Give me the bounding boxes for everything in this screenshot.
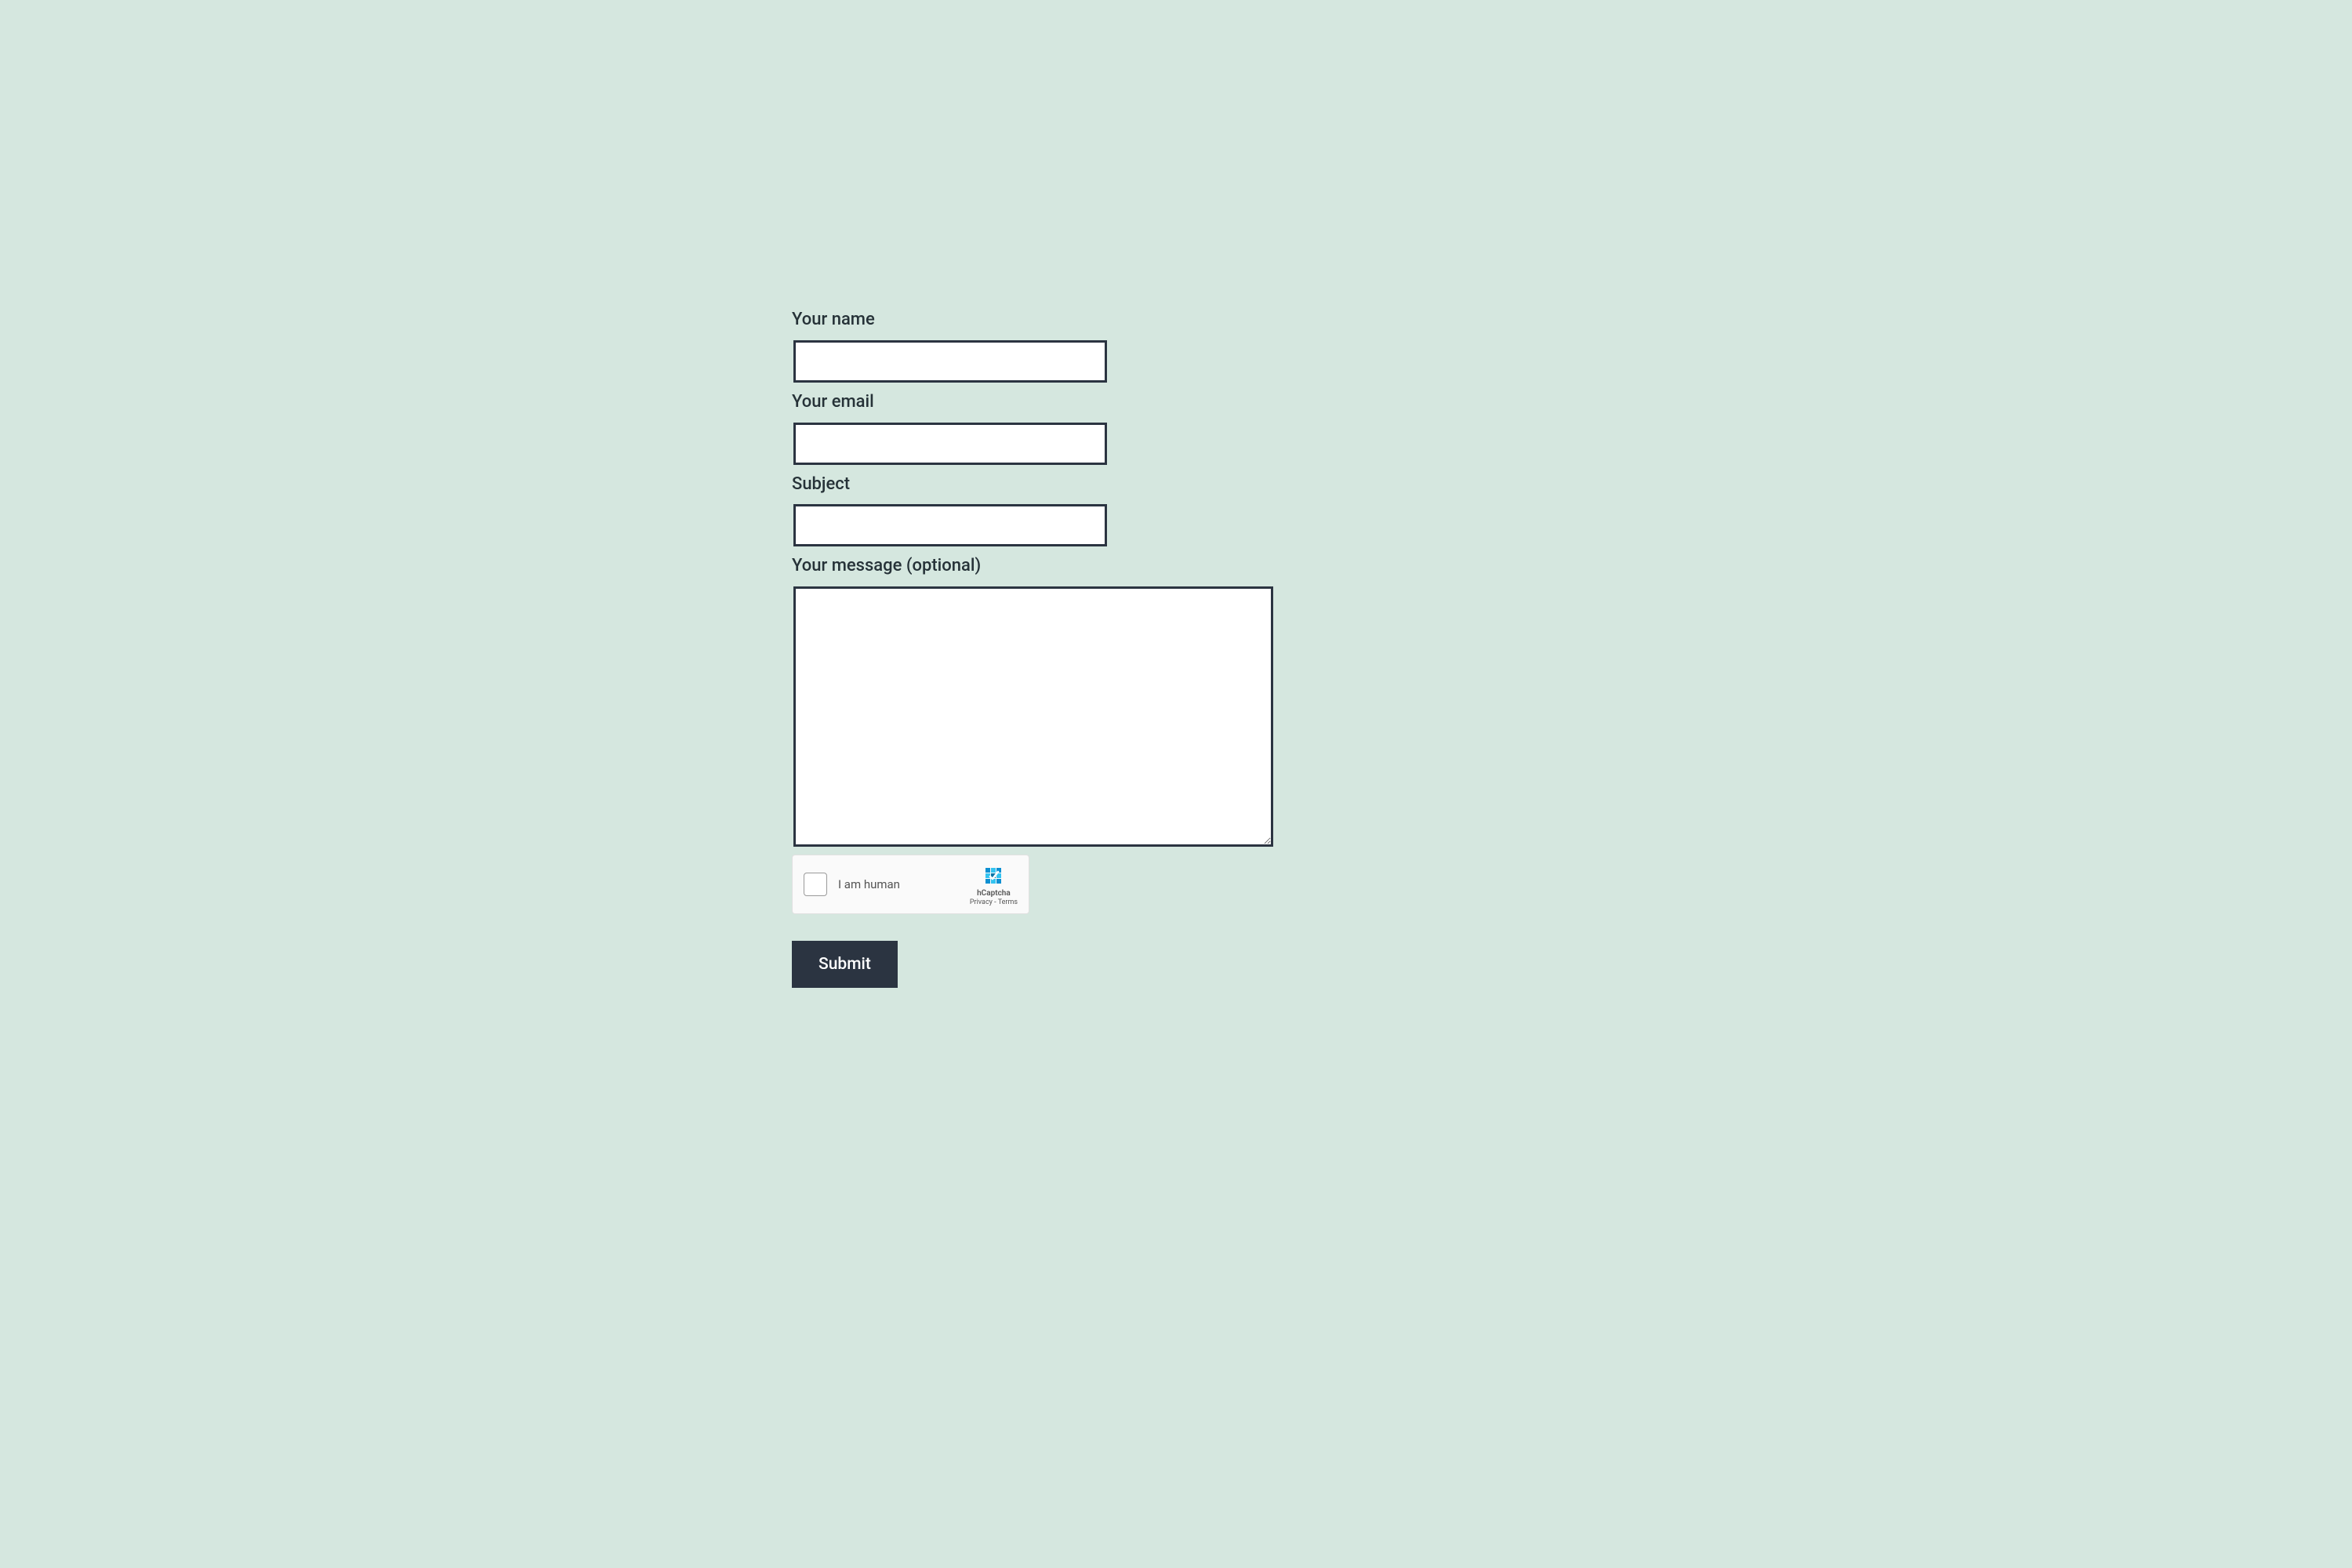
hcaptcha-checkbox[interactable] [804,873,827,896]
subject-label: Subject [792,473,1560,497]
hcaptcha-separator: - [993,898,998,906]
message-label: Your message (optional) [792,554,1560,579]
page-viewport[interactable]: Your name Your email Subject Your messag… [0,0,2352,1568]
hcaptcha-widget: I am human [792,855,1029,914]
hcaptcha-label: I am human [838,877,959,891]
hcaptcha-terms-link[interactable]: Terms [998,898,1018,906]
email-label: Your email [792,390,1560,415]
scroll-spacer [0,0,2352,308]
hcaptcha-privacy-link[interactable]: Privacy [970,898,993,906]
email-input[interactable] [793,423,1107,465]
hcaptcha-icon [981,863,1006,888]
subject-input[interactable] [793,504,1107,546]
hcaptcha-brand-name: hCaptcha [977,889,1011,898]
email-field-group: Your email [792,390,1560,465]
scroll-spacer [0,1019,2352,1568]
contact-form: Your name Your email Subject Your messag… [792,308,1560,1019]
submit-button[interactable]: Submit [792,941,898,988]
hcaptcha-brand: hCaptcha Privacy - Terms [970,863,1018,906]
message-textarea[interactable] [793,586,1273,847]
name-field-group: Your name [792,308,1560,383]
message-field-group: Your message (optional) [792,554,1560,847]
name-input[interactable] [793,340,1107,383]
name-label: Your name [792,308,1560,332]
subject-field-group: Subject [792,473,1560,547]
hcaptcha-links: Privacy - Terms [970,898,1018,906]
